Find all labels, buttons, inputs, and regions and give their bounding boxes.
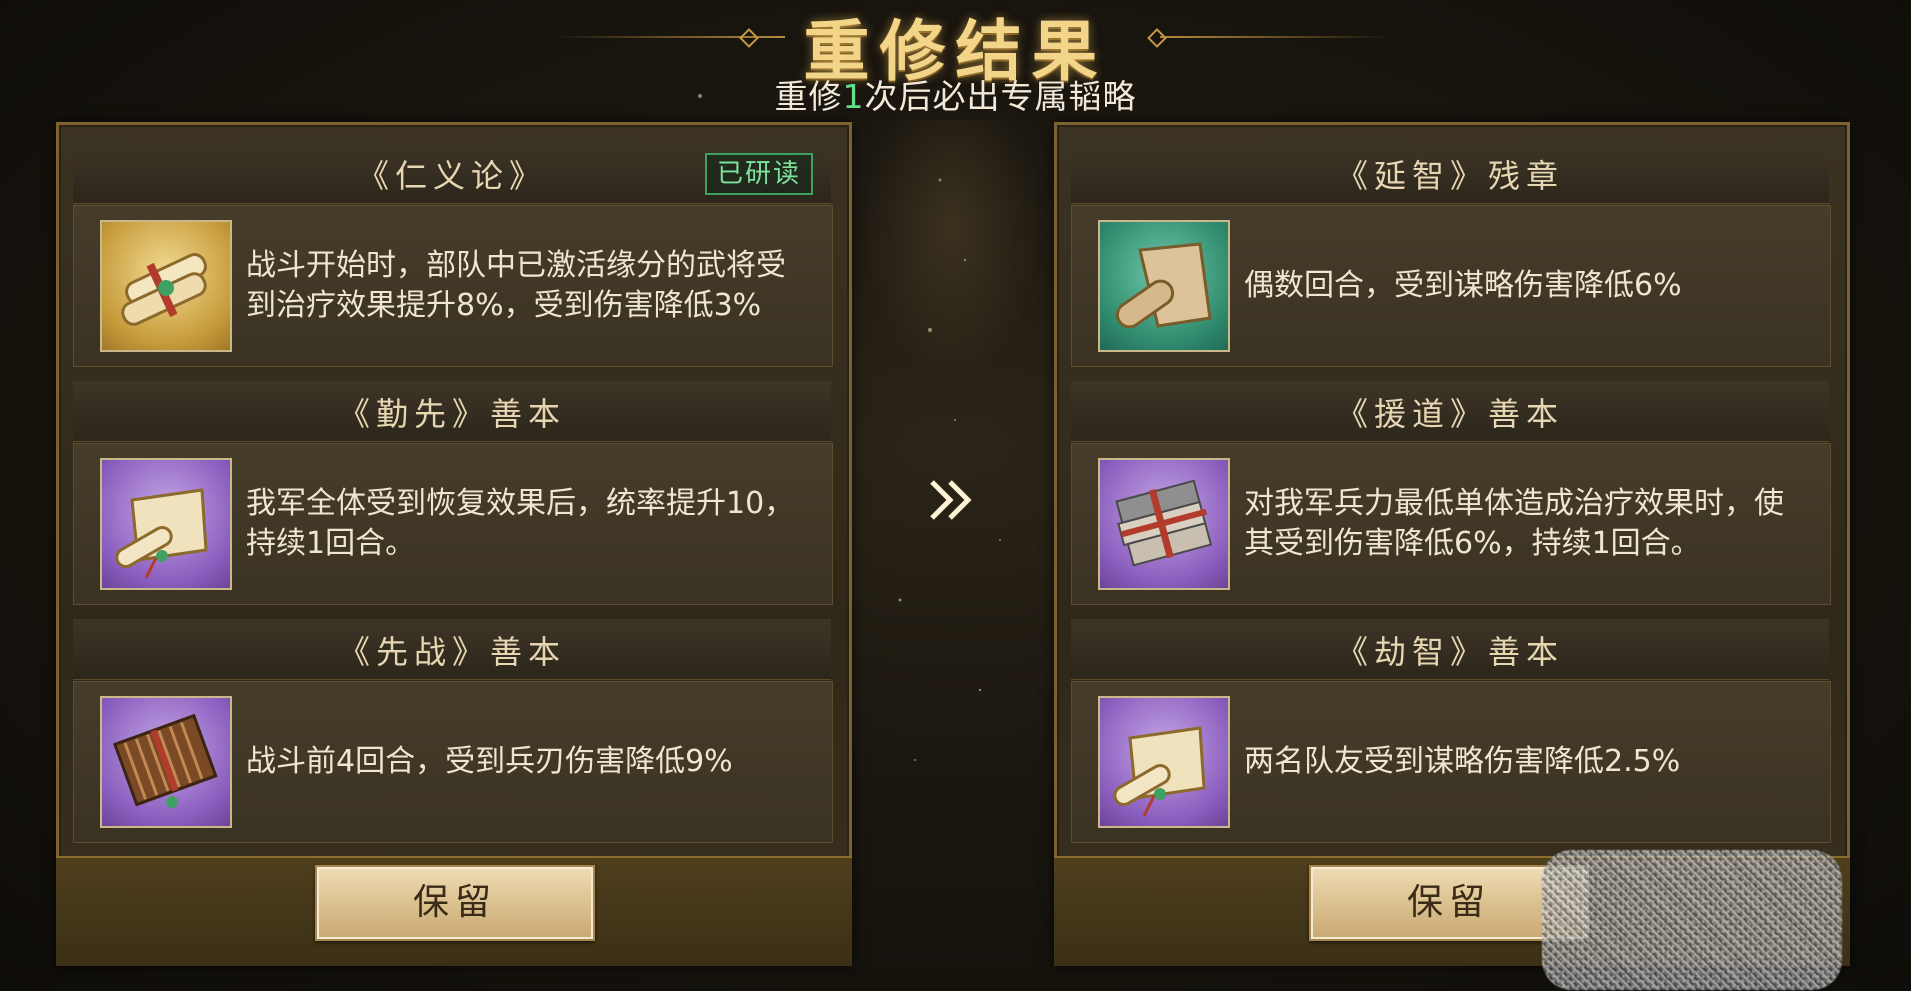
card-title: 《延智》残章 (1335, 157, 1564, 195)
strategy-card[interactable]: 《援道》善本 对我军兵力最低单体造成治疗效果时，使其受到伤害降低6%，持续1回合… (1071, 381, 1831, 609)
card-description: 两名队友受到谋略伤害降低2.5% (1244, 744, 1681, 779)
card-body: 对我军兵力最低单体造成治疗效果时，使其受到伤害降低6%，持续1回合。 (1071, 443, 1831, 605)
strategy-card[interactable]: 《延智》残章 偶数回合，受到谋略伤害降低6% (1071, 143, 1831, 371)
strategy-card[interactable]: 《勤先》善本 我军全体受到恢复效果后，统率提升10，持续1回合。 (73, 381, 833, 609)
card-body: 偶数回合，受到谋略伤害降低6% (1071, 205, 1831, 367)
card-title: 《劫智》善本 (1335, 633, 1564, 671)
keep-left-button[interactable]: 保留 (315, 865, 595, 941)
page-subtitle: 重修1次后必出专属韬略 (0, 70, 1911, 118)
right-result-panel: 《延智》残章 偶数回合，受到谋略伤害降低6% 《援道》善本 对我军兵力最低单体造… (1054, 122, 1850, 966)
read-status-badge: 已研读 (704, 153, 813, 195)
strategy-card[interactable]: 《仁义论》 已研读 战斗开始时，部队中已激活缘分的武将受到治疗效果提升8%，受到… (73, 143, 833, 371)
card-body: 两名队友受到谋略伤害降低2.5% (1071, 681, 1831, 843)
card-body: 战斗前4回合，受到兵刃伤害降低9% (73, 681, 833, 843)
torn-scroll-icon (1098, 220, 1230, 352)
subtitle-count: 1 (842, 77, 865, 116)
card-body: 战斗开始时，部队中已激活缘分的武将受到治疗效果提升8%，受到伤害降低3% (73, 205, 833, 367)
card-title: 《先战》善本 (337, 633, 566, 671)
card-header: 《仁义论》 已研读 (73, 143, 831, 204)
left-result-panel: 《仁义论》 已研读 战斗开始时，部队中已激活缘分的武将受到治疗效果提升8%，受到… (56, 122, 852, 966)
card-header: 《劫智》善本 (1071, 619, 1829, 680)
card-description: 战斗开始时，部队中已激活缘分的武将受到治疗效果提升8%，受到伤害降低3% (246, 248, 786, 323)
tied-books-icon (1098, 458, 1230, 590)
double-chevron-right-icon (924, 472, 980, 528)
strategy-card[interactable]: 《劫智》善本 两名队友受到谋略伤害降低2.5% (1071, 619, 1831, 847)
card-body: 我军全体受到恢复效果后，统率提升10，持续1回合。 (73, 443, 833, 605)
card-title: 《勤先》善本 (337, 395, 566, 433)
card-description: 战斗前4回合，受到兵刃伤害降低9% (246, 744, 733, 779)
card-header: 《延智》残章 (1071, 143, 1829, 204)
card-header: 《先战》善本 (73, 619, 831, 680)
strategy-card[interactable]: 《先战》善本 战斗前4回合，受到兵刃伤害降低9% (73, 619, 833, 847)
subtitle-suffix: 次后必出专属韬略 (864, 77, 1137, 116)
subtitle-prefix: 重修 (774, 77, 843, 116)
card-description: 对我军兵力最低单体造成治疗效果时，使其受到伤害降低6%，持续1回合。 (1244, 486, 1784, 561)
card-title: 《援道》善本 (1335, 395, 1564, 433)
center-glow (862, 120, 1042, 380)
card-header: 《援道》善本 (1071, 381, 1829, 442)
noise-overlay (1542, 850, 1842, 990)
scroll-icon (100, 458, 232, 590)
title-ornament-right (1160, 36, 1390, 38)
card-description: 我军全体受到恢复效果后，统率提升10，持续1回合。 (246, 486, 795, 561)
scroll-bundle-icon (100, 220, 232, 352)
header: 重修结果 重修1次后必出专属韬略 (0, 0, 1911, 120)
card-description: 偶数回合，受到谋略伤害降低6% (1244, 268, 1682, 303)
bamboo-book-icon (100, 696, 232, 828)
scroll-icon (1098, 696, 1230, 828)
card-header: 《勤先》善本 (73, 381, 831, 442)
